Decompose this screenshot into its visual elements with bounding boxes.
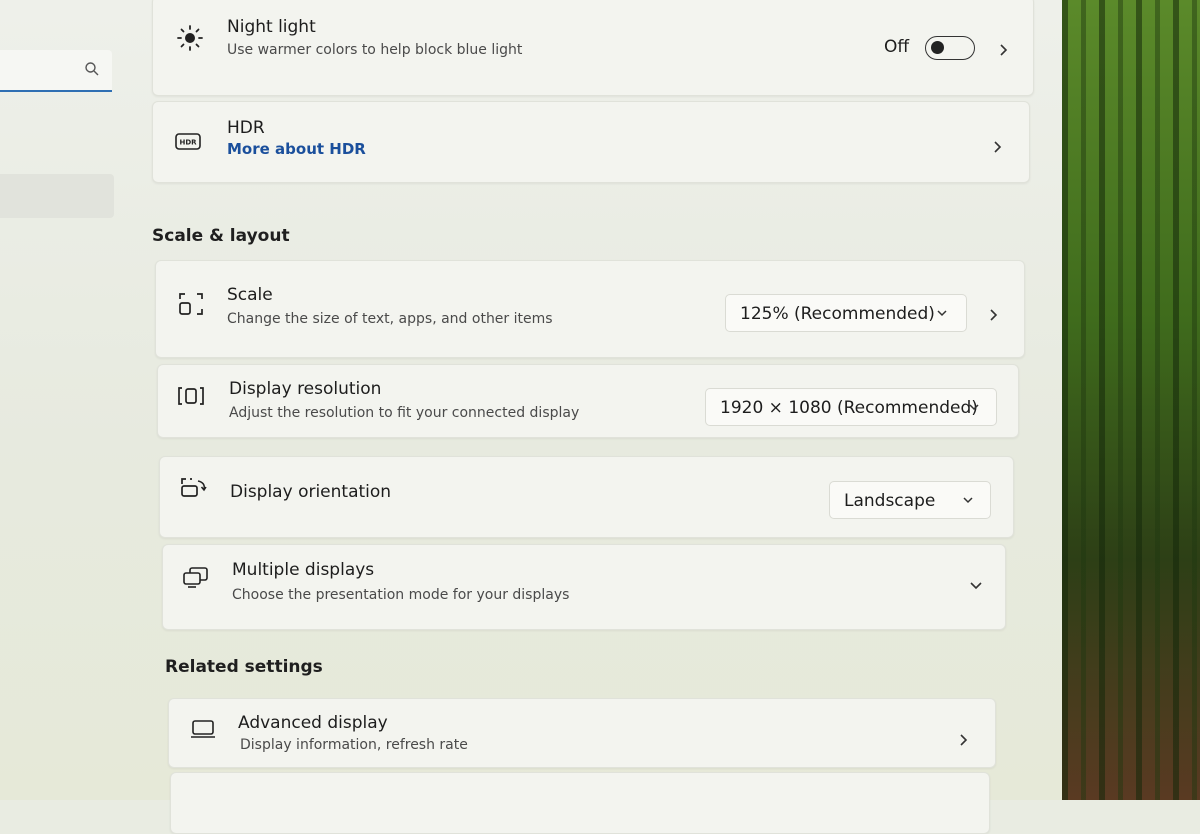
display-resolution-title: Display resolution: [229, 379, 382, 399]
hdr-icon: HDR: [175, 133, 201, 150]
search-input[interactable]: [6, 58, 80, 82]
multiple-displays-title: Multiple displays: [232, 560, 375, 580]
scale-subtitle: Change the size of text, apps, and other…: [227, 311, 553, 327]
chevron-right-icon[interactable]: [991, 140, 1005, 154]
advanced-display-card[interactable]: Advanced display Display information, re…: [168, 698, 996, 768]
night-light-state: Off: [884, 37, 910, 57]
display-orientation-dropdown[interactable]: Landscape: [829, 481, 991, 519]
settings-window: Night light Use warmer colors to help bl…: [0, 0, 1062, 834]
night-light-card[interactable]: Night light Use warmer colors to help bl…: [152, 0, 1034, 96]
night-light-subtitle: Use warmer colors to help block blue lig…: [227, 42, 523, 58]
display-orientation-title: Display orientation: [230, 482, 392, 502]
scale-dropdown[interactable]: 125% (Recommended): [725, 294, 967, 332]
svg-text:HDR: HDR: [179, 139, 197, 147]
display-resolution-subtitle: Adjust the resolution to fit your connec…: [229, 405, 580, 421]
multiple-displays-card[interactable]: Multiple displays Choose the presentatio…: [162, 544, 1006, 630]
chevron-right-icon[interactable]: [997, 43, 1011, 57]
multiple-displays-subtitle: Choose the presentation mode for your di…: [232, 587, 570, 603]
chevron-down-icon: [963, 497, 973, 504]
chevron-down-icon: [937, 310, 947, 317]
night-light-title: Night light: [227, 17, 316, 37]
orientation-icon: [181, 478, 207, 497]
scale-title: Scale: [227, 285, 273, 305]
desktop-wallpaper: [1062, 0, 1200, 800]
display-orientation-value: Landscape: [844, 491, 936, 511]
chevron-down-icon: [969, 404, 979, 411]
toggle-knob: [931, 41, 944, 54]
hdr-more-link[interactable]: More about HDR: [227, 140, 366, 158]
resolution-icon: [178, 387, 204, 405]
display-orientation-card[interactable]: Display orientation Landscape: [159, 456, 1014, 538]
settings-card-partial[interactable]: [170, 772, 990, 834]
hdr-title: HDR: [227, 118, 265, 138]
nav-item-selected[interactable]: [0, 174, 114, 218]
search-box[interactable]: [0, 50, 112, 92]
section-heading-related-settings: Related settings: [165, 657, 323, 677]
search-icon[interactable]: [84, 61, 100, 77]
brightness-icon: [177, 25, 203, 51]
scale-value: 125% (Recommended): [740, 304, 935, 324]
scale-card[interactable]: Scale Change the size of text, apps, and…: [155, 260, 1025, 358]
advanced-display-subtitle: Display information, refresh rate: [240, 737, 468, 753]
chevron-right-icon[interactable]: [957, 733, 971, 747]
advanced-display-title: Advanced display: [238, 713, 388, 733]
monitor-icon: [191, 720, 215, 738]
night-light-toggle[interactable]: [925, 36, 975, 60]
hdr-card[interactable]: HDR HDR More about HDR: [152, 101, 1030, 183]
display-resolution-card[interactable]: Display resolution Adjust the resolution…: [157, 364, 1019, 438]
multiple-displays-icon: [183, 567, 208, 588]
chevron-down-icon[interactable]: [969, 579, 983, 593]
display-resolution-dropdown[interactable]: 1920 × 1080 (Recommended): [705, 388, 997, 426]
section-heading-scale-layout: Scale & layout: [152, 226, 290, 246]
chevron-right-icon[interactable]: [987, 308, 1001, 322]
scale-icon: [179, 293, 203, 315]
display-resolution-value: 1920 × 1080 (Recommended): [720, 398, 978, 418]
